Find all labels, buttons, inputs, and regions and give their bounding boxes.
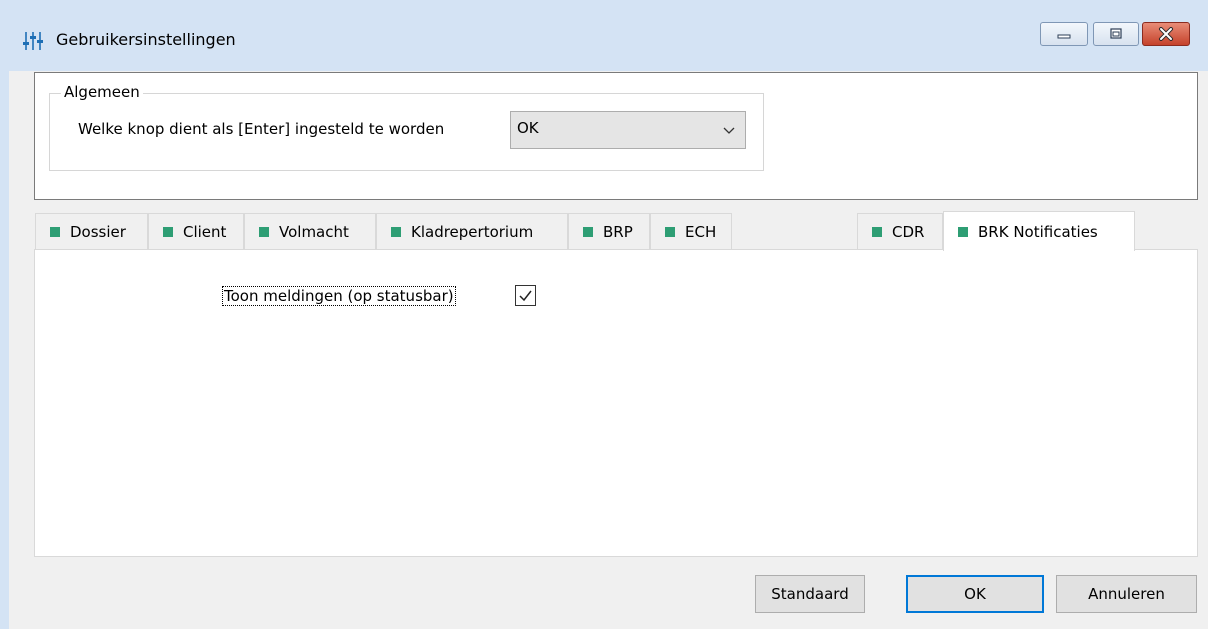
ok-button[interactable]: OK	[906, 575, 1044, 613]
general-group-label: Algemeen	[61, 83, 143, 101]
tab-label: Kladrepertorium	[411, 222, 534, 241]
settings-window: Gebruikersinstellingen Algemeen Welke kn…	[0, 0, 1208, 629]
tab-label: ECH	[685, 222, 717, 241]
window-title: Gebruikersinstellingen	[56, 30, 236, 49]
tab-client[interactable]: Client	[148, 213, 244, 249]
minimize-button[interactable]	[1040, 22, 1088, 46]
title-bar: Gebruikersinstellingen	[0, 0, 1208, 71]
tab-kladrepertorium[interactable]: Kladrepertorium	[376, 213, 568, 249]
tab-brp[interactable]: BRP	[568, 213, 650, 249]
tab-brk-notificaties[interactable]: BRK Notificaties	[943, 211, 1135, 251]
close-button[interactable]	[1142, 22, 1190, 46]
tab-status-indicator	[259, 226, 269, 237]
tab-status-indicator	[391, 226, 401, 237]
settings-sliders-icon	[23, 32, 43, 50]
close-icon	[1143, 23, 1189, 45]
tab-label: CDR	[892, 222, 925, 241]
tab-status-indicator	[163, 226, 173, 237]
tab-volmacht[interactable]: Volmacht	[244, 213, 376, 249]
tab-ech[interactable]: ECH	[650, 213, 732, 249]
tab-label: Volmacht	[279, 222, 349, 241]
window-frame-left	[0, 71, 9, 629]
cancel-button[interactable]: Annuleren	[1056, 575, 1197, 613]
standard-button[interactable]: Standaard	[755, 575, 865, 613]
tab-status-indicator	[50, 226, 60, 237]
tab-panel-brk-notificaties	[34, 249, 1198, 557]
tab-status-indicator	[958, 226, 968, 237]
tab-label: Client	[183, 222, 227, 241]
chevron-down-icon	[723, 127, 735, 134]
enter-key-select-value: OK	[517, 119, 539, 137]
tab-label: Dossier	[70, 222, 126, 241]
tab-status-indicator	[583, 226, 593, 237]
enter-key-label: Welke knop dient als [Enter] ingesteld t…	[78, 120, 445, 138]
tab-status-indicator	[665, 226, 675, 237]
enter-key-select[interactable]: OK	[510, 111, 746, 149]
checkmark-icon	[519, 290, 532, 302]
tab-label: BRK Notificaties	[978, 222, 1098, 241]
maximize-icon	[1094, 23, 1138, 45]
tab-cdr[interactable]: CDR	[857, 213, 943, 249]
show-notifications-checkbox[interactable]	[515, 285, 536, 306]
tab-label: BRP	[603, 222, 633, 241]
minimize-icon	[1041, 23, 1087, 45]
show-notifications-label[interactable]: Toon meldingen (op statusbar)	[222, 286, 456, 306]
tab-status-indicator	[872, 226, 882, 237]
maximize-button[interactable]	[1093, 22, 1139, 46]
tab-dossier[interactable]: Dossier	[35, 213, 148, 249]
